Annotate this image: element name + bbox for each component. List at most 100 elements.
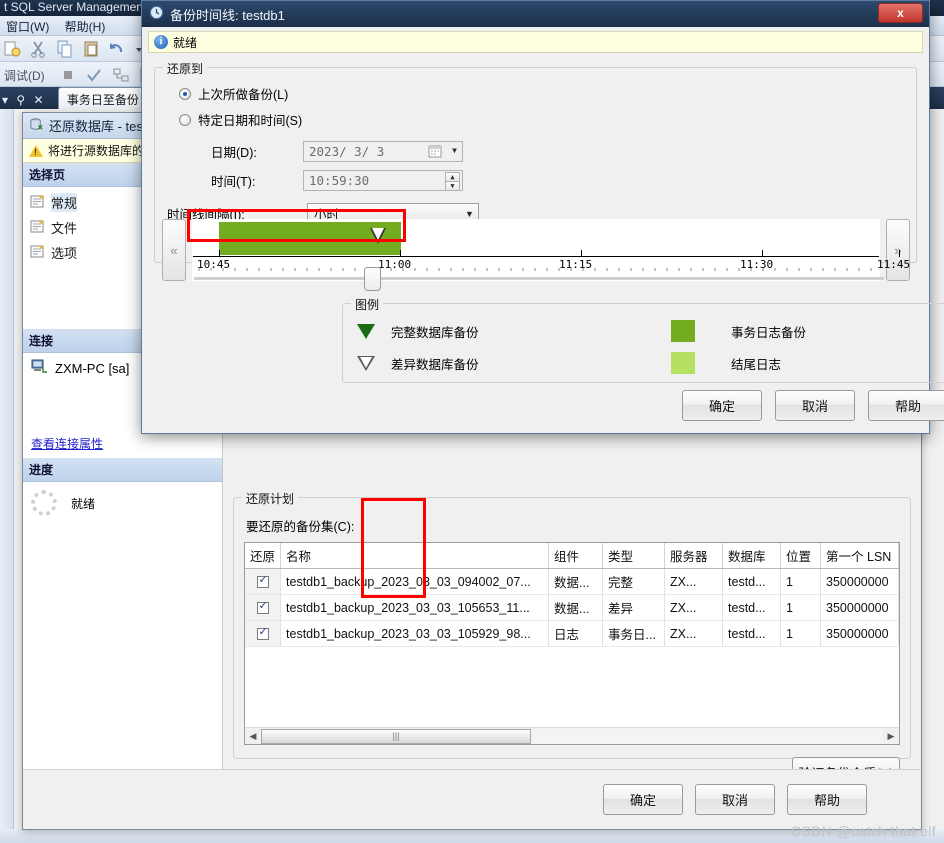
scroll-right-icon[interactable]: ▶ xyxy=(883,731,899,742)
row-restore-checkbox-cell[interactable] xyxy=(245,594,282,621)
timeline-slider-track[interactable] xyxy=(194,277,884,280)
sidebar-item-general-label: 常规 xyxy=(51,193,78,212)
restore-cancel-button[interactable]: 取消 xyxy=(695,784,775,815)
legend-label-differential-backup: 差异数据库备份 xyxy=(391,358,479,372)
radio-last-backup-row[interactable]: 上次所做备份(L) xyxy=(179,84,904,103)
legend-label-log-backup: 事务日志备份 xyxy=(731,325,807,340)
col-component[interactable]: 组件 xyxy=(548,543,604,569)
spinner-up-icon[interactable]: ▲ xyxy=(445,172,460,181)
backup-sets-table[interactable]: 还原 名称 组件 类型 服务器 数据库 位置 第一个 LSN ✓ testdb1… xyxy=(245,543,899,647)
menu-help[interactable]: 帮助(H) xyxy=(61,16,114,35)
row-component: 日志 xyxy=(548,620,604,647)
parse-icon[interactable] xyxy=(111,65,131,85)
page-files-icon xyxy=(29,219,45,237)
row-server: ZX... xyxy=(664,594,724,621)
restore-checkbox[interactable] xyxy=(256,625,269,641)
calendar-icon[interactable] xyxy=(428,144,442,161)
timeline-tick xyxy=(219,250,220,257)
legend-group-title: 图例 xyxy=(351,296,384,313)
timeline-axis-line xyxy=(193,256,879,257)
row-restore-checkbox-cell[interactable] xyxy=(245,620,282,647)
table-header-row: 还原 名称 组件 类型 服务器 数据库 位置 第一个 LSN xyxy=(245,543,899,569)
col-name[interactable]: 名称 xyxy=(280,543,550,569)
spinner-down-icon[interactable]: ▼ xyxy=(445,181,460,191)
table-row[interactable]: testdb1_backup_2023_03_03_094002_07... 数… xyxy=(245,568,899,595)
row-first-lsn: 350000000 xyxy=(820,568,899,595)
undo-icon[interactable] xyxy=(107,39,127,59)
restore-help-button[interactable]: 帮助 xyxy=(787,784,867,815)
restore-database-icon xyxy=(29,117,44,135)
tab-transaction-log-backup[interactable]: 事务日至备份 xyxy=(57,87,148,109)
clock-icon xyxy=(149,5,164,23)
progress-row: 就绪 xyxy=(23,482,222,524)
row-type: 事务日... xyxy=(602,620,666,647)
menu-window[interactable]: 窗口(W) xyxy=(2,16,57,35)
timeline-ok-button[interactable]: 确定 xyxy=(682,390,762,421)
timeline-plot-area[interactable]: 10:45 11:00 11:15 11:30 11:45 xyxy=(192,219,910,281)
radio-specific-datetime-label: 特定日期和时间(S) xyxy=(198,114,303,128)
table-row[interactable]: testdb1_backup_2023_03_03_105653_11... 数… xyxy=(245,594,899,621)
close-icon[interactable]: x xyxy=(878,3,923,23)
page-general-icon xyxy=(29,194,45,212)
col-position[interactable]: 位置 xyxy=(780,543,822,569)
date-value: 2023/ 3/ 3 xyxy=(309,144,385,159)
spinner-buttons[interactable]: ▲ ▼ xyxy=(445,172,460,191)
green-swatch-icon xyxy=(671,320,695,342)
col-first-lsn[interactable]: 第一个 LSN xyxy=(820,543,899,569)
timeline-next-button[interactable]: » xyxy=(886,219,910,281)
table-row[interactable]: testdb1_backup_2023_03_03_105929_98... 日… xyxy=(245,620,899,647)
new-query-icon[interactable] xyxy=(2,39,22,59)
timeline-chart: « 10:45 11:00 11:15 11:30 11:45 » xyxy=(162,219,910,281)
col-restore[interactable]: 还原 xyxy=(245,543,282,569)
chevron-down-icon[interactable]: ▼ xyxy=(452,146,457,155)
close-tab-icon[interactable]: ✕ xyxy=(32,91,47,107)
restore-checkbox[interactable] xyxy=(256,599,269,615)
col-type[interactable]: 类型 xyxy=(602,543,666,569)
radio-specific-datetime[interactable] xyxy=(179,113,191,126)
timeline-slider-thumb[interactable] xyxy=(364,267,381,291)
cut-icon[interactable] xyxy=(28,39,48,59)
view-connection-properties-anchor[interactable]: 查看连接属性 xyxy=(31,437,103,451)
copy-icon[interactable] xyxy=(55,39,75,59)
row-component: 数据... xyxy=(548,568,604,595)
tabstrip-dropdown-icon[interactable]: ▾ xyxy=(0,91,11,107)
debug-menu-label[interactable]: 调试(D) xyxy=(0,62,53,84)
paste-icon[interactable] xyxy=(81,39,101,59)
stop-icon[interactable] xyxy=(58,65,78,85)
timeline-help-button[interactable]: 帮助 xyxy=(868,390,944,421)
radio-last-backup[interactable] xyxy=(179,87,191,100)
scroll-thumb[interactable]: ||| xyxy=(261,728,531,744)
time-input[interactable]: 10:59:30 ▲ ▼ xyxy=(303,170,463,191)
row-restore-checkbox-cell[interactable] xyxy=(245,568,282,595)
legend-item-log-backup: 事务日志备份 xyxy=(671,320,806,342)
page-options-icon xyxy=(29,244,45,262)
date-input[interactable]: 2023/ 3/ 3 ▼ xyxy=(303,141,463,162)
row-position: 1 xyxy=(780,620,822,647)
timeline-cancel-button[interactable]: 取消 xyxy=(775,390,855,421)
row-first-lsn: 350000000 xyxy=(820,620,899,647)
scroll-track[interactable]: ||| xyxy=(261,728,883,744)
watermark: CSDN @catch that elf xyxy=(790,823,936,839)
timeline-dialog-title: 备份时间线: testdb1 xyxy=(170,7,285,23)
restore-checkbox[interactable] xyxy=(256,573,269,589)
col-server[interactable]: 服务器 xyxy=(664,543,724,569)
timeline-tick xyxy=(581,250,582,257)
timeline-prev-button[interactable]: « xyxy=(162,219,186,281)
timeline-differential-marker-inner xyxy=(372,228,384,240)
radio-specific-datetime-row[interactable]: 特定日期和时间(S) xyxy=(179,110,904,129)
sidebar-item-options-label: 选项 xyxy=(51,246,78,261)
restore-ok-button[interactable]: 确定 xyxy=(603,784,683,815)
row-database: testd... xyxy=(722,594,782,621)
row-database: testd... xyxy=(722,568,782,595)
timeline-status-bar: i 就绪 xyxy=(148,31,923,53)
connection-server-name: ZXM-PC [sa] xyxy=(55,360,130,376)
pin-icon[interactable]: ⚲ xyxy=(14,91,28,107)
col-database[interactable]: 数据库 xyxy=(722,543,782,569)
table-horizontal-scrollbar[interactable]: ◀ ||| ▶ xyxy=(245,727,899,744)
legend-label-full-backup: 完整数据库备份 xyxy=(391,326,479,340)
lightgreen-swatch-icon xyxy=(671,352,695,374)
chevron-down-icon[interactable]: ▼ xyxy=(461,209,478,219)
scroll-left-icon[interactable]: ◀ xyxy=(245,731,261,742)
check-icon[interactable] xyxy=(84,65,104,85)
date-label: 日期(D): xyxy=(211,146,257,160)
